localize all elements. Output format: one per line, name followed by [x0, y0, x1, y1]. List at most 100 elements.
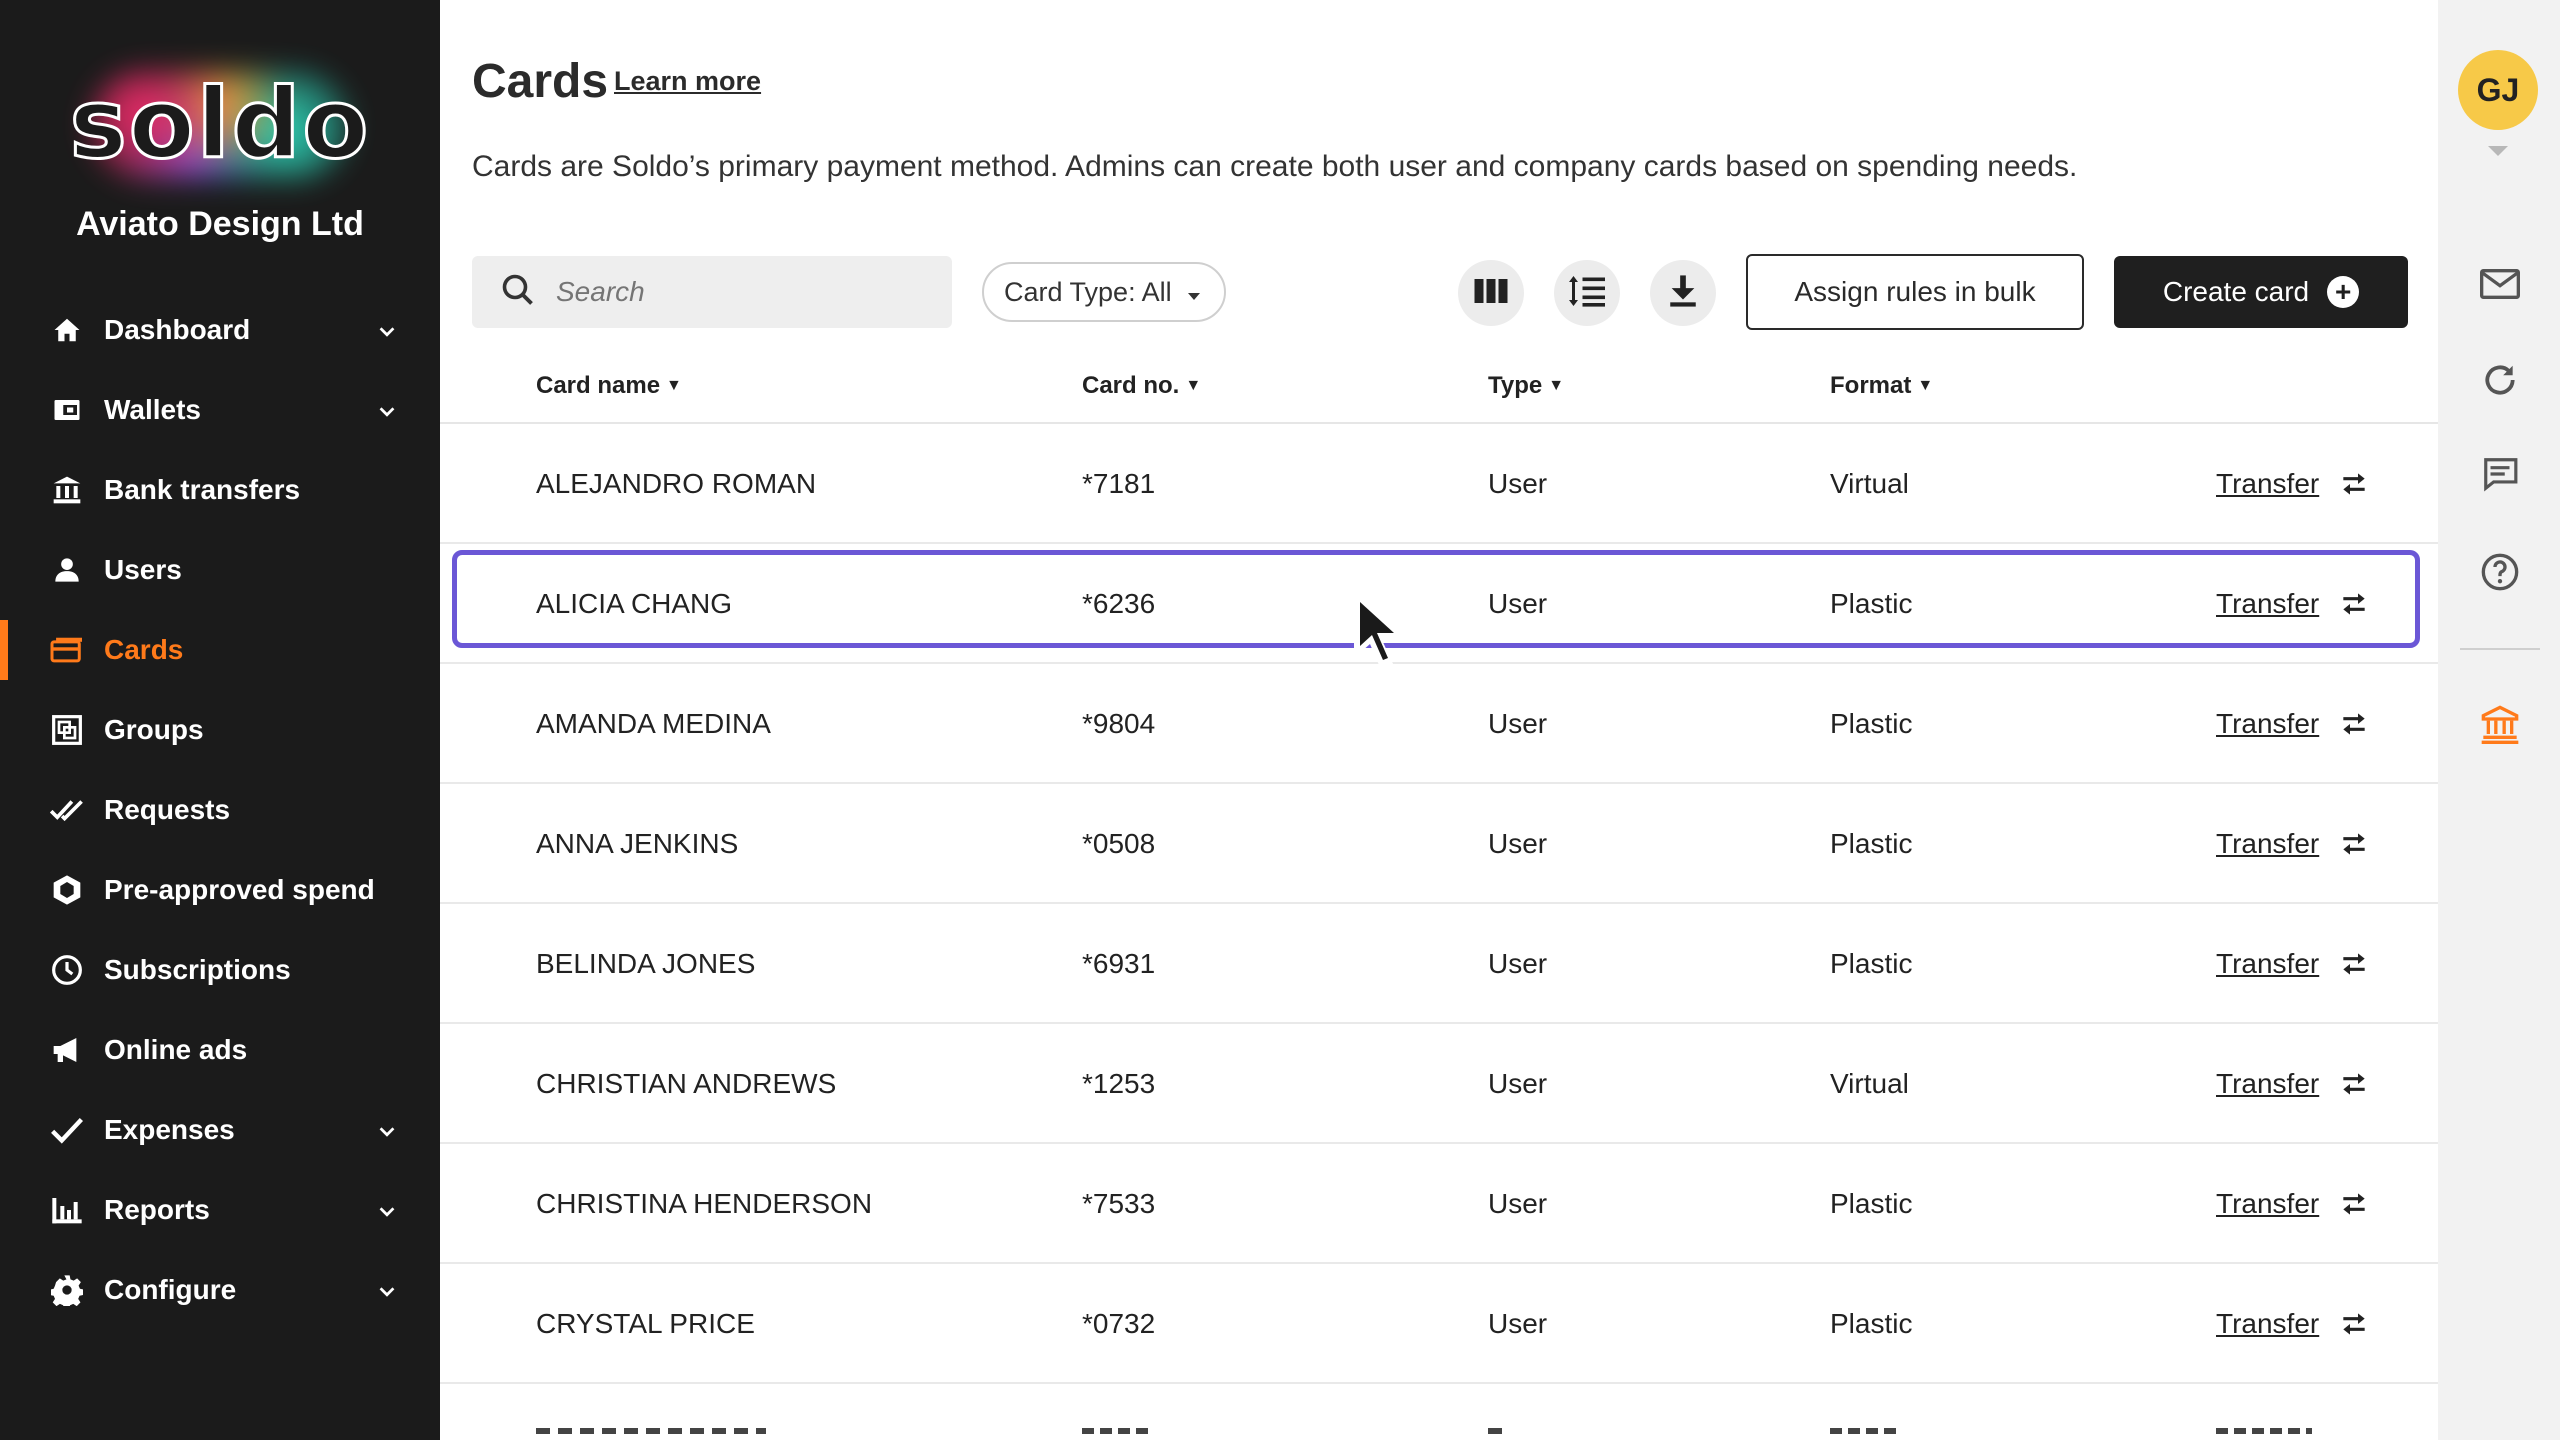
assign-rules-in-bulk-button[interactable]: Assign rules in bulk	[1746, 254, 2084, 330]
user-avatar[interactable]: GJ	[2458, 50, 2538, 130]
chevron-down-icon	[376, 1278, 398, 1310]
card-format-cell: Plastic	[1830, 1188, 1913, 1219]
table-row-selected[interactable]: ALICIA CHANG *6236 User Plastic Transfer	[440, 544, 2438, 664]
sidebar-item-label: Reports	[104, 1194, 210, 1225]
transfer-arrows-icon[interactable]	[2338, 948, 2370, 980]
card-number-cell: *6236	[1082, 588, 1156, 619]
line-spacing-icon	[1567, 273, 1607, 314]
sidebar-item-label: Cards	[104, 634, 184, 665]
card-format-cell: Virtual	[1830, 1068, 1909, 1099]
transfer-link[interactable]: Transfer	[2216, 1024, 2319, 1144]
table-row[interactable]: ALEJANDRO ROMAN *7181 User Virtual Trans…	[440, 424, 2438, 544]
transfer-link[interactable]: Transfer	[2216, 424, 2319, 544]
soldo-logo[interactable]: soldo	[60, 60, 380, 190]
bank-icon[interactable]	[2478, 702, 2522, 746]
column-header-card-name[interactable]: Card name ▼	[536, 372, 682, 400]
column-header-type[interactable]: Type ▼	[1488, 372, 1564, 400]
transfer-arrows-icon[interactable]	[2338, 588, 2370, 620]
help-icon[interactable]	[2478, 550, 2522, 594]
bar-chart-icon	[50, 1193, 84, 1227]
chevron-down-icon	[376, 1198, 398, 1230]
sort-caret-icon: ▼	[1185, 377, 1202, 394]
sidebar-item-label: Bank transfers	[104, 474, 301, 505]
create-card-button[interactable]: Create card +	[2114, 256, 2408, 328]
sidebar-item-reports[interactable]: Reports	[0, 1170, 440, 1250]
card-name-cell: AMANDA MEDINA	[536, 708, 771, 739]
sidebar-item-bank-transfers[interactable]: Bank transfers	[0, 450, 440, 530]
sidebar-item-label: Configure	[104, 1274, 237, 1305]
table-row[interactable]: CHRISTIAN ANDREWS *1253 User Virtual Tra…	[440, 1024, 2438, 1144]
table-row[interactable]: CHRISTINA HENDERSON *7533 User Plastic T…	[440, 1144, 2438, 1264]
card-type-cell: User	[1488, 828, 1548, 859]
card-name-cell: CHRISTIAN ANDREWS	[536, 1068, 837, 1099]
table-row[interactable]: AMANDA MEDINA *9804 User Plastic Transfe…	[440, 664, 2438, 784]
card-name-cell: CHRISTINA HENDERSON	[536, 1188, 873, 1219]
search-input[interactable]	[556, 276, 936, 308]
row-density-button[interactable]	[1554, 260, 1620, 326]
card-number-cell: *1253	[1082, 1068, 1156, 1099]
learn-more-link[interactable]: Learn more	[614, 66, 761, 97]
card-format-cell: Plastic	[1830, 588, 1913, 619]
table-row[interactable]: CRYSTAL PRICE *0732 User Plastic Transfe…	[440, 1264, 2438, 1384]
page-description: Cards are Soldo’s primary payment method…	[472, 150, 2078, 183]
chat-icon[interactable]	[2478, 452, 2522, 496]
sidebar-item-groups[interactable]: Groups	[0, 690, 440, 770]
sidebar-item-wallets[interactable]: Wallets	[0, 370, 440, 450]
transfer-arrows-icon[interactable]	[2338, 1188, 2370, 1220]
row-selection-outline	[452, 550, 2420, 648]
card-format-cell: Plastic	[1830, 828, 1913, 859]
search-box[interactable]	[472, 256, 952, 328]
transfer-link[interactable]: Transfer	[2216, 1264, 2319, 1384]
user-icon	[50, 553, 84, 587]
sidebar-item-online-ads[interactable]: Online ads	[0, 1010, 440, 1090]
caret-down-icon[interactable]	[2488, 146, 2508, 156]
sidebar-item-users[interactable]: Users	[0, 530, 440, 610]
transfer-arrows-icon[interactable]	[2338, 468, 2370, 500]
columns-button[interactable]	[1458, 260, 1524, 326]
check-double-icon	[50, 793, 84, 827]
megaphone-icon	[50, 1033, 84, 1067]
card-number-cell: *9804	[1082, 708, 1156, 739]
transfer-link[interactable]: Transfer	[2216, 1144, 2319, 1264]
logo-text: soldo	[68, 67, 371, 182]
card-type-cell: User	[1488, 1188, 1548, 1219]
sidebar-item-subscriptions[interactable]: Subscriptions	[0, 930, 440, 1010]
transfer-arrows-icon[interactable]	[2338, 828, 2370, 860]
transfer-arrows-icon[interactable]	[2338, 1308, 2370, 1340]
card-type-filter[interactable]: Card Type: All	[982, 262, 1226, 322]
refresh-icon[interactable]	[2478, 358, 2522, 402]
column-header-format[interactable]: Format ▼	[1830, 372, 1933, 400]
sidebar-item-pre-approved-spend[interactable]: Pre-approved spend	[0, 850, 440, 930]
right-rail: GJ	[2438, 0, 2560, 1440]
card-number-cell: *0732	[1082, 1308, 1156, 1339]
card-type-cell: User	[1488, 708, 1548, 739]
transfer-link[interactable]: Transfer	[2216, 664, 2319, 784]
transfer-arrows-icon[interactable]	[2338, 1068, 2370, 1100]
sidebar-item-label: Groups	[104, 714, 204, 745]
column-header-card-no[interactable]: Card no. ▼	[1082, 372, 1201, 400]
sort-caret-icon: ▼	[666, 377, 682, 394]
clipped-text-fragment	[536, 1428, 766, 1434]
table-row[interactable]: ANNA JENKINS *0508 User Plastic Transfer	[440, 784, 2438, 904]
mail-icon[interactable]	[2478, 262, 2522, 306]
transfer-arrows-icon[interactable]	[2338, 708, 2370, 740]
sidebar-item-configure[interactable]: Configure	[0, 1250, 440, 1330]
download-button[interactable]	[1650, 260, 1716, 326]
transfer-link[interactable]: Transfer	[2216, 784, 2319, 904]
clipped-text-fragment	[2216, 1428, 2312, 1434]
sidebar-item-requests[interactable]: Requests	[0, 770, 440, 850]
card-icon	[50, 633, 84, 667]
sidebar-item-label: Pre-approved spend	[104, 874, 375, 905]
sidebar-item-expenses[interactable]: Expenses	[0, 1090, 440, 1170]
transfer-link[interactable]: Transfer	[2216, 544, 2319, 664]
card-type-cell: User	[1488, 1068, 1548, 1099]
sidebar-item-cards[interactable]: Cards	[0, 610, 440, 690]
clock-icon	[50, 953, 84, 987]
wallet-icon	[50, 393, 84, 427]
transfer-link[interactable]: Transfer	[2216, 904, 2319, 1024]
table-row[interactable]: BELINDA JONES *6931 User Plastic Transfe…	[440, 904, 2438, 1024]
create-card-label: Create card	[2162, 276, 2310, 307]
sidebar-item-dashboard[interactable]: Dashboard	[0, 290, 440, 370]
column-header-label: Card no.	[1082, 372, 1180, 399]
home-icon	[50, 313, 84, 347]
